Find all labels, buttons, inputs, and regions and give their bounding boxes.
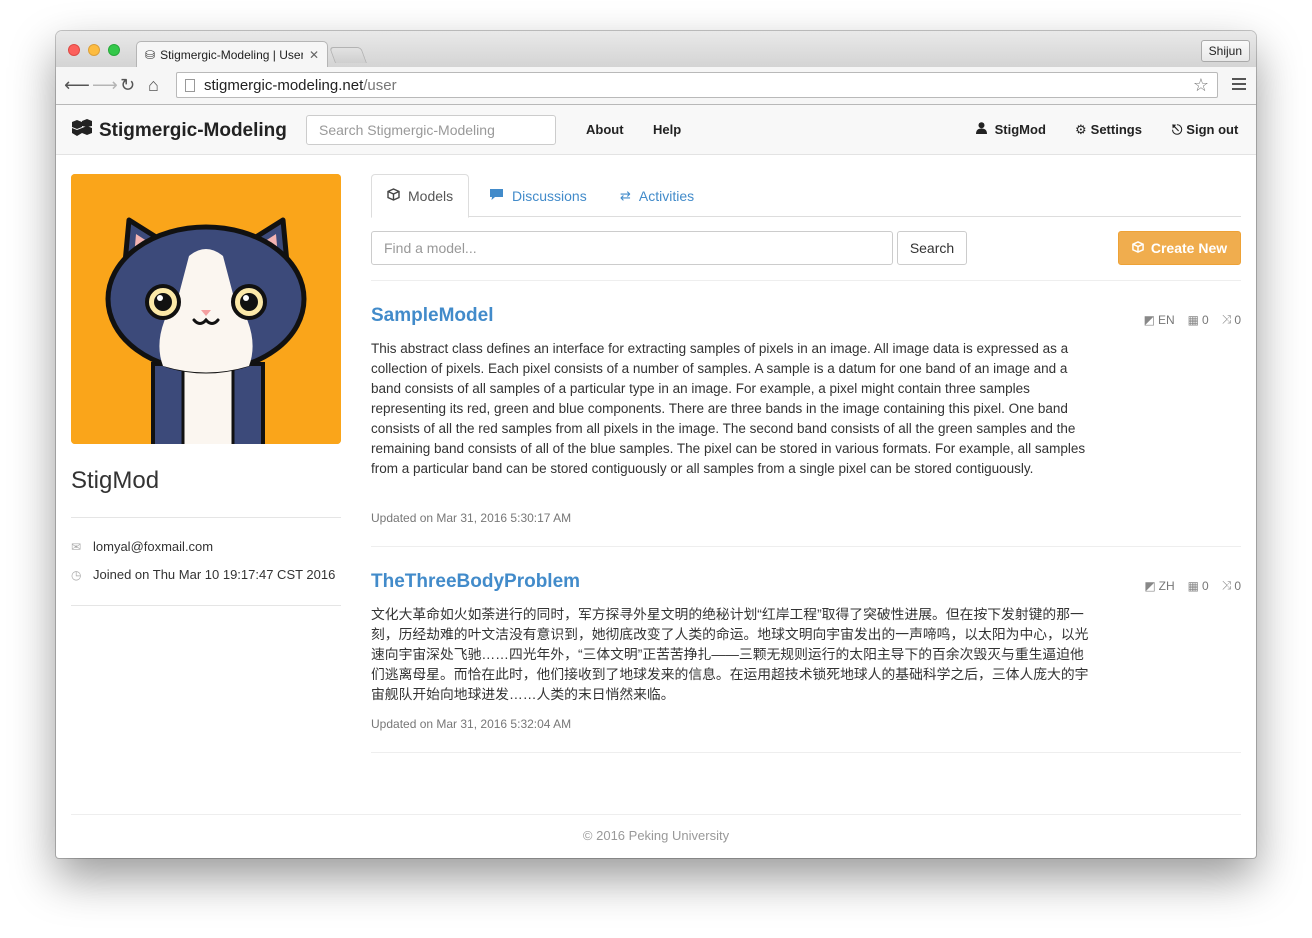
search-button[interactable]: Search [897,231,967,265]
model-language: ◩ EN [1144,313,1175,327]
url-host: stigmergic-modeling.net [204,76,364,94]
create-new-button[interactable]: Create New [1118,231,1241,265]
close-window-button[interactable] [68,44,80,56]
tab-discussions-label: Discussions [512,187,587,204]
page-footer: © 2016 Peking University [582,828,730,843]
clock-icon: ◷ [71,567,82,582]
address-bar[interactable]: stigmergic-modeling.net/user ☆ [176,72,1218,98]
tab-models[interactable]: Models [371,174,470,218]
envelope-icon: ✉ [71,539,82,554]
profile-joined-row: ◷ Joined on Thu Mar 10 19:17:47 CST 2016 [71,567,335,582]
url-path: /user [363,76,397,94]
zoom-window-button[interactable] [108,44,120,56]
forward-arrow-icon[interactable]: ⟶ [92,75,118,95]
nav-settings-label: Settings [1090,122,1142,137]
grid-icon: ▦ [1187,312,1200,327]
comment-icon [489,188,504,204]
profile-username: StigMod [71,467,160,494]
model-language-label: EN [1158,312,1175,327]
divider [71,517,341,518]
divider [71,814,1241,815]
nav-settings-link[interactable]: ⚙ Settings [1075,122,1142,138]
model-forks: ▦ 0 [1188,579,1209,593]
browser-menu-icon[interactable] [1232,78,1246,93]
browser-tab[interactable]: ⛁ Stigmergic-Modeling | User ✕ [136,41,328,68]
divider [371,546,1241,547]
model-title-link[interactable]: SampleModel [371,305,493,327]
shuffle-icon: ⤨ [1221,312,1232,326]
back-arrow-icon[interactable]: ⟵ [64,75,90,95]
browser-tab-bar: ⛁ Stigmergic-Modeling | User ✕ Shijun [56,31,1256,68]
cube-icon [1132,240,1144,256]
nav-about-link[interactable]: About [586,122,624,137]
reload-icon[interactable]: ↻ [120,75,135,95]
tab-activities[interactable]: ⇄ Activities [605,174,709,217]
nav-help-link[interactable]: Help [653,122,681,137]
model-meta: ◩ ZH ▦ 0 ⤨ 0 [1131,578,1241,593]
nav-signout-label: Sign out [1186,122,1239,137]
model-forks: ▦ 0 [1188,313,1209,327]
bookmark-star-icon[interactable]: ☆ [1193,75,1209,96]
divider [71,605,341,606]
profile-email[interactable]: lomyal@foxmail.com [93,539,213,554]
nav-user-label: StigMod [994,122,1046,137]
model-language: ◩ ZH [1144,579,1174,593]
model-description: This abstract class defines an interface… [371,341,1086,476]
model-forks-count: 0 [1202,578,1209,593]
tab-discussions[interactable]: Discussions [474,174,602,217]
profile-email-row: ✉ lomyal@foxmail.com [71,539,213,554]
nav-user-link[interactable]: StigMod [976,122,1046,137]
model-merges-count: 0 [1234,578,1241,593]
model-updated: Updated on Mar 31, 2016 5:32:04 AM [371,717,572,731]
language-icon: ◩ [1143,312,1155,327]
model-search-input[interactable] [371,231,893,265]
minimize-window-button[interactable] [88,44,100,56]
cubes-icon [71,119,93,142]
grid-icon: ▦ [1187,578,1200,593]
cubes-icon: ⛁ [145,48,156,62]
browser-profile-button[interactable]: Shijun [1200,40,1250,62]
avatar[interactable] [71,174,341,444]
model-title-link[interactable]: TheThreeBodyProblem [371,571,580,593]
divider [371,280,1241,281]
cube-icon [387,188,400,204]
transfer-icon: ⇄ [620,187,631,203]
brand-name: Stigmergic-Modeling [99,119,287,141]
page-content: StigMod ✉ lomyal@foxmail.com ◷ Joined on… [56,155,1256,858]
gear-icon: ⚙ [1075,122,1087,137]
browser-toolbar: ⟵ ⟶ ↻ ⌂ stigmergic-modeling.net/user ☆ [56,67,1256,105]
tab-close-icon[interactable]: ✕ [309,48,319,62]
shuffle-icon: ⤨ [1221,578,1232,592]
sign-out-icon: ⎋ [1172,122,1183,137]
page-icon [185,78,195,92]
tab-models-label: Models [408,188,454,204]
tab-activities-label: Activities [638,187,695,204]
new-tab-button[interactable] [329,47,367,63]
profile-tabs: Models Discussions ⇄ Activities [371,174,1241,218]
divider [371,752,1241,753]
model-description: 文化大革命如火如荼进行的同时，军方探寻外星文明的绝秘计划“红岸工程”取得了突破性… [371,607,1089,702]
site-navbar: Stigmergic-Modeling About Help StigMod ⚙… [56,105,1256,155]
model-merges-count: 0 [1234,312,1241,327]
browser-window: ⛁ Stigmergic-Modeling | User ✕ Shijun ⟵ … [56,31,1256,858]
home-icon[interactable]: ⌂ [148,75,159,95]
model-meta: ◩ EN ▦ 0 ⤨ 0 [1131,312,1241,327]
create-new-label: Create New [1150,240,1228,256]
browser-tab-title: Stigmergic-Modeling | User [160,48,303,62]
model-forks-count: 0 [1202,312,1209,327]
profile-joined: Joined on Thu Mar 10 19:17:47 CST 2016 [93,567,336,582]
user-icon [976,122,991,137]
model-language-label: ZH [1158,578,1175,593]
brand-logo[interactable]: Stigmergic-Modeling [71,119,287,142]
site-search-input[interactable] [306,115,556,145]
model-updated: Updated on Mar 31, 2016 5:30:17 AM [371,511,572,525]
language-icon: ◩ [1144,578,1156,593]
model-merges: ⤨ 0 [1222,312,1241,327]
nav-signout-link[interactable]: ⎋ Sign out [1172,122,1238,138]
model-merges: ⤨ 0 [1222,578,1241,593]
